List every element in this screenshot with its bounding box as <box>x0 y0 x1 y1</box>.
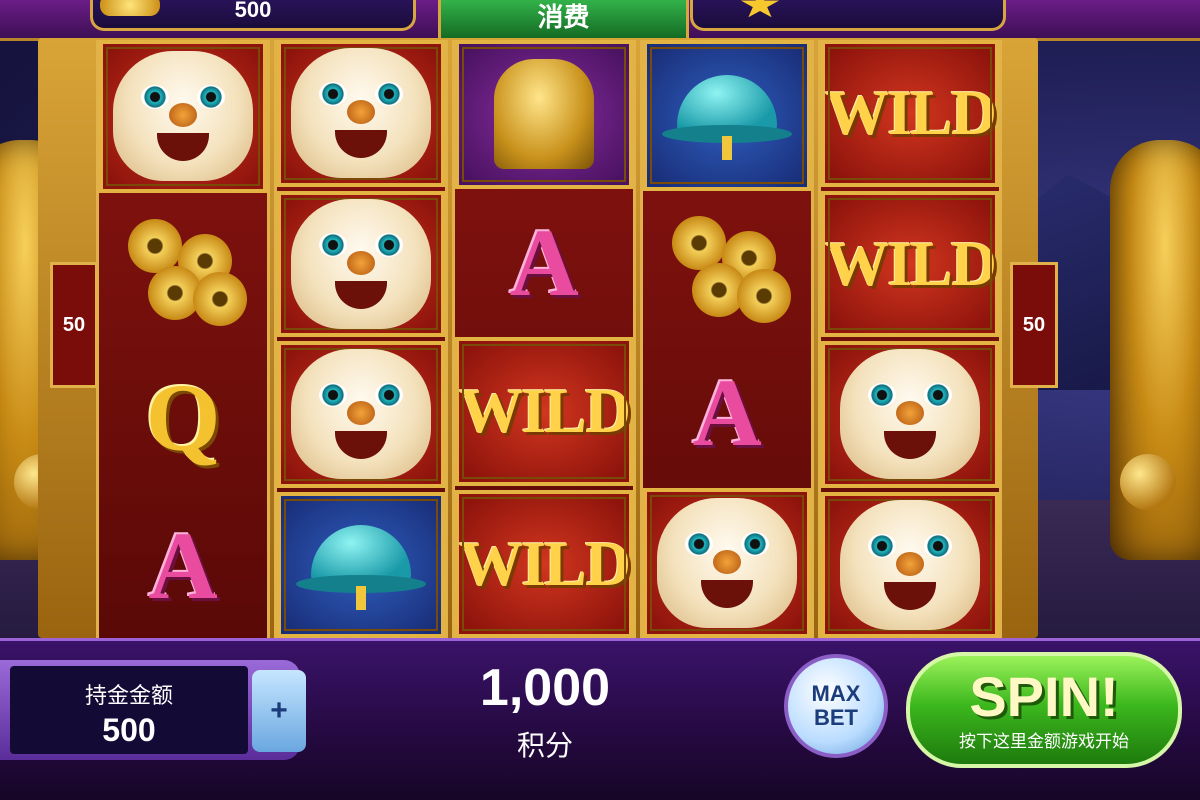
jade-hat-icon <box>662 70 793 161</box>
reel-cell: A <box>99 494 267 639</box>
reel-cell <box>821 341 999 488</box>
spin-label: SPIN! <box>969 665 1119 728</box>
reel-3: A WILD WILD <box>452 40 637 638</box>
bet-panel: 持金金额 500 + <box>0 660 306 760</box>
reel-cell: WILD <box>455 337 634 486</box>
reel-cell <box>643 40 812 191</box>
letter-a-symbol: A <box>148 512 218 620</box>
reel-5: WILD WILD <box>818 40 1002 638</box>
top-center-label: 消费 <box>537 2 590 32</box>
lion-dance-head-icon <box>291 349 432 480</box>
reel-cell <box>643 487 812 638</box>
lion-dance-head-icon <box>840 349 981 480</box>
wild-symbol: WILD <box>825 77 997 149</box>
slot-game-screen: 500 消费 Q A A WILD WILD A WILD WILD 50 50 持金金额 5… <box>0 0 1200 800</box>
reel-cell: WILD <box>821 190 999 337</box>
reel-cell <box>277 40 446 187</box>
reel-cell: WILD <box>455 489 634 638</box>
reel-cell <box>821 491 999 638</box>
reel-2 <box>274 40 449 638</box>
jade-hat-icon <box>296 520 427 610</box>
reel-cell <box>455 40 634 189</box>
lion-dance-head-icon <box>657 497 798 628</box>
level-panel <box>690 0 1006 31</box>
payline-count-right: 50 <box>1022 313 1046 336</box>
lion-dance-head-icon <box>113 51 254 182</box>
spin-button[interactable]: SPIN! 按下这里金额游戏开始 <box>906 652 1182 768</box>
reel-cell <box>99 40 268 193</box>
guardian-lion-statue-right <box>1110 140 1200 560</box>
lion-dance-head-icon <box>291 48 432 179</box>
bet-value: 500 <box>102 712 156 748</box>
letter-a-symbol: A <box>509 209 579 317</box>
reel-cell <box>277 491 446 638</box>
gold-coins-icon <box>123 214 248 326</box>
credit-value: 1,000 <box>479 659 611 717</box>
letter-q-symbol: Q <box>145 363 221 471</box>
coin-icon <box>100 0 160 16</box>
payline-indicator-left: 50 <box>50 262 98 388</box>
reel-cell: A <box>455 193 633 334</box>
reel-4: A <box>640 40 815 638</box>
payline-count-left: 50 <box>62 313 86 336</box>
bet-label: 持金金额 <box>84 683 173 708</box>
credit-display: 1,000 积分 <box>380 650 710 780</box>
reel-cell <box>277 341 446 488</box>
reel-cell <box>277 190 446 337</box>
max-bet-label: MAX BET <box>811 681 861 730</box>
increase-bet-button[interactable]: + <box>252 670 306 752</box>
credit-label: 积分 <box>516 730 573 761</box>
max-bet-button[interactable]: MAX BET <box>784 654 888 758</box>
reel-cell: A <box>643 341 811 484</box>
coin-balance-value: 500 <box>234 0 272 22</box>
lion-dance-head-icon <box>840 499 981 630</box>
plus-icon: + <box>270 694 288 727</box>
wild-symbol: WILD <box>459 375 631 447</box>
reel-1: QA <box>96 40 271 639</box>
payline-indicator-right: 50 <box>1010 262 1058 388</box>
bet-display: 持金金额 500 <box>10 666 248 754</box>
letter-a-symbol: A <box>692 358 762 466</box>
wild-symbol: WILD <box>459 527 631 599</box>
reel-cell <box>99 197 267 342</box>
reel-cell: Q <box>99 345 267 490</box>
spin-sublabel: 按下这里金额游戏开始 <box>959 732 1129 751</box>
reel-cell <box>643 195 811 338</box>
golden-lion-statue-icon <box>494 59 595 170</box>
gold-coins-icon <box>667 211 792 323</box>
top-center-tab[interactable]: 消费 <box>438 0 689 38</box>
reel-cell: WILD <box>821 40 999 187</box>
lion-dance-head-icon <box>291 198 432 329</box>
wild-symbol: WILD <box>825 227 997 299</box>
reels-grid: Q A A WILD WILD A WILD WILD <box>96 40 1002 638</box>
